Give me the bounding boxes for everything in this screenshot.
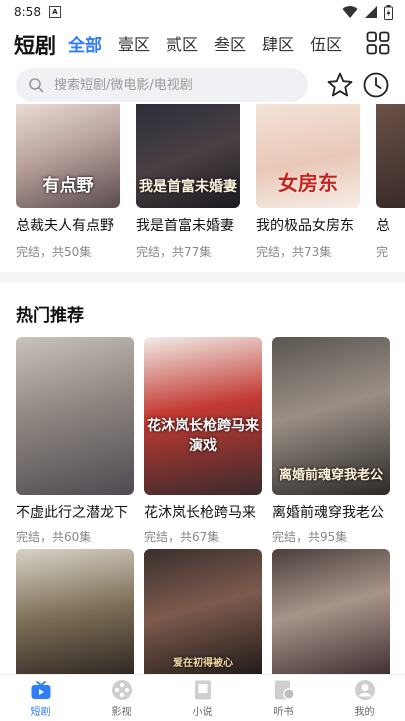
series-title: 离婚前魂穿我老公	[272, 505, 384, 521]
section-divider	[0, 272, 405, 282]
hot-series-card[interactable]	[272, 549, 390, 679]
series-poster: 有点野	[16, 104, 120, 208]
poster-title-art: 有点野	[42, 176, 94, 196]
series-poster	[272, 549, 390, 679]
tab-zone-4[interactable]: 肆区	[262, 31, 294, 55]
series-poster: 爱在初得被心	[144, 549, 262, 679]
user-icon	[354, 679, 375, 700]
hot-series-card[interactable]	[16, 549, 134, 679]
series-poster	[16, 337, 134, 495]
header: 短剧 全部 壹区 贰区 叁区 肆区 伍区	[0, 26, 405, 60]
series-card[interactable]: 有点野 总裁夫人有点野 完结，共50集	[16, 104, 120, 260]
series-meta: 完结，共50集	[16, 245, 92, 259]
tabbar-label: 影视	[111, 706, 132, 718]
tab-zone-3[interactable]: 叁区	[214, 31, 246, 55]
series-poster	[376, 104, 405, 208]
poster-title-art: 花沐岚长枪跨马来演戏	[147, 418, 259, 454]
series-card[interactable]: 总 完	[376, 104, 405, 260]
hot-series-card[interactable]: 花沐岚长枪跨马来演戏 花沐岚长枪跨马来 完结，共67集	[144, 337, 262, 545]
status-bar: 8:58 A	[0, 0, 405, 24]
category-grid-icon[interactable]	[366, 31, 390, 55]
status-left: 8:58 A	[14, 5, 61, 19]
series-title: 不虚此行之潜龙下	[16, 505, 128, 521]
tabbar-item-novels[interactable]: 小说	[162, 675, 243, 721]
status-time: 8:58	[14, 5, 41, 19]
tab-zone-2[interactable]: 贰区	[166, 31, 198, 55]
series-poster: 离婚前魂穿我老公	[272, 337, 390, 495]
notification-icon: A	[48, 6, 61, 18]
bottom-tab-bar: 短剧 影视 小说 听书 我的	[0, 674, 405, 721]
category-tabs: 全部 壹区 贰区 叁区 肆区 伍区	[68, 26, 358, 60]
tabbar-item-movies[interactable]: 影视	[81, 675, 162, 721]
tabbar-item-profile[interactable]: 我的	[324, 675, 405, 721]
tabbar-label: 小说	[192, 706, 213, 718]
tabbar-item-audiobooks[interactable]: 听书	[243, 675, 324, 721]
status-right	[342, 4, 393, 20]
poster-title-art: 我是首富未婚妻	[139, 179, 237, 195]
tabbar-item-shorts[interactable]: 短剧	[0, 675, 81, 721]
audiobook-icon	[274, 680, 295, 700]
series-meta: 完结，共95集	[272, 530, 348, 544]
hot-section-title: 热门推荐	[16, 306, 84, 326]
tab-zone-5[interactable]: 伍区	[310, 31, 342, 55]
series-card[interactable]: 女房东 我的极品女房东 完结，共73集	[256, 104, 360, 260]
poster-title-art: 女房东	[278, 171, 338, 195]
series-poster	[16, 549, 134, 679]
book-icon	[194, 680, 211, 699]
series-title: 总	[376, 218, 390, 234]
series-poster: 女房东	[256, 104, 360, 208]
series-poster: 花沐岚长枪跨马来演戏	[144, 337, 262, 495]
series-poster: 我是首富未婚妻	[136, 104, 240, 208]
hot-series-card[interactable]: 离婚前魂穿我老公 离婚前魂穿我老公 完结，共95集	[272, 337, 390, 545]
hot-series-card[interactable]: 爱在初得被心	[144, 549, 262, 679]
top-series-row: 有点野 总裁夫人有点野 完结，共50集 我是首富未婚妻 我是首富未婚妻 完结，共…	[0, 104, 405, 264]
search-icon	[29, 78, 44, 93]
tab-zone-1[interactable]: 壹区	[118, 31, 150, 55]
tab-all[interactable]: 全部	[68, 31, 102, 56]
film-reel-icon	[111, 679, 132, 700]
star-icon[interactable]	[326, 71, 354, 99]
history-clock-icon[interactable]	[362, 71, 390, 99]
signal-icon	[365, 6, 377, 18]
series-title: 花沐岚长枪跨马来	[144, 505, 256, 521]
series-title: 我是首富未婚妻	[136, 218, 234, 234]
series-title: 我的极品女房东	[256, 218, 354, 234]
wifi-icon	[342, 6, 358, 19]
series-title: 总裁夫人有点野	[16, 218, 114, 234]
tv-icon	[31, 680, 50, 699]
hot-series-card[interactable]: 不虚此行之潜龙下 完结，共60集	[16, 337, 134, 545]
series-meta: 完结，共67集	[144, 530, 220, 544]
series-card[interactable]: 我是首富未婚妻 我是首富未婚妻 完结，共77集	[136, 104, 240, 260]
poster-title-art: 离婚前魂穿我老公	[278, 468, 383, 483]
series-meta: 完结，共60集	[16, 530, 92, 544]
series-meta: 完	[376, 245, 389, 259]
tabbar-label: 短剧	[30, 706, 51, 718]
search-bar[interactable]	[16, 68, 308, 102]
tabbar-label: 听书	[273, 706, 294, 718]
series-meta: 完结，共77集	[136, 245, 212, 259]
tabbar-label: 我的	[354, 706, 375, 718]
battery-icon	[384, 4, 393, 20]
search-input[interactable]	[52, 76, 286, 94]
poster-title-art: 爱在初得被心	[173, 658, 233, 669]
series-meta: 完结，共73集	[256, 245, 332, 259]
page-title: 短剧	[14, 34, 56, 58]
